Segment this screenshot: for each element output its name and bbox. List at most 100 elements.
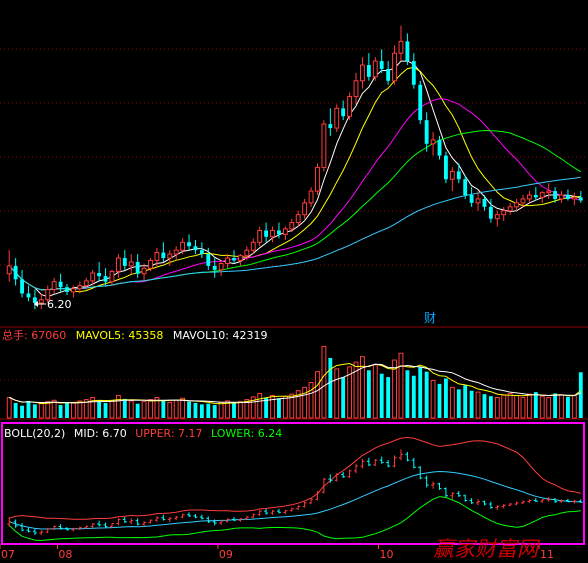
candle-body [379,61,384,69]
volume-bar [321,345,327,419]
candle-body [83,280,89,287]
candle-body [328,124,333,129]
mavol10-label: MAVOL10: 42319 [173,329,268,342]
candle-body [218,263,224,271]
candle-body [128,261,134,267]
mavol5-label: MAVOL5: 45358 [76,329,164,342]
candle-body [475,198,481,204]
candle-body [507,206,513,212]
candle-body [482,198,487,207]
candle-body [533,195,538,198]
volume-bar [180,397,186,419]
price-candle [443,151,448,184]
candle-body [58,281,63,288]
boll-mid-label: MID: 6.70 [74,427,127,440]
candle-body [77,285,83,290]
month-label: 11 [540,548,554,561]
candle-body [6,265,12,275]
volume-bar [507,392,513,419]
candle-body [334,107,340,129]
candle-body [282,228,288,235]
candle-body [488,206,493,219]
candle-body [571,196,577,200]
price-candle [334,104,340,132]
candle-body [514,202,519,208]
volume-bar [398,352,404,419]
volume-bar [232,403,236,418]
volume-bar [571,395,577,419]
volume-bar [475,391,481,419]
volume-bar [270,395,275,419]
volume-bar [97,401,102,418]
candle-body [225,257,230,265]
volume-bar [237,401,243,419]
candle-body [212,265,217,270]
volume-bar [161,400,166,418]
candle-body [264,230,269,237]
candle-body [289,222,295,230]
candle-body [578,197,583,201]
volume-bar [334,368,340,419]
volume-bar [411,375,416,418]
volume-bar [424,371,429,418]
volume-bar [566,396,570,418]
candle-body [418,84,423,121]
volume-bar [456,389,461,418]
volume-bar [494,397,500,419]
volume-bar [386,377,391,418]
candle-body [71,288,76,293]
volume-bar [463,385,468,418]
candle-body [559,194,564,200]
volume-bar [437,383,442,418]
volume-bar [553,393,558,418]
candle-body [546,190,552,194]
finance-marker[interactable]: 财 [424,311,436,325]
candle-body [386,68,391,81]
candle-body [90,272,96,282]
volume-bar [206,403,211,418]
volume-bar [32,404,37,418]
candle-body [372,60,378,78]
volume-bar [520,397,526,419]
candle-body [501,210,507,216]
price-candle [372,57,378,81]
candle-body [424,120,429,144]
candle-body [456,171,461,180]
volume-bar [443,378,448,418]
candle-body [463,179,468,196]
candle-body [38,299,44,304]
boll-lower-label: LOWER: 6.24 [211,427,282,440]
volume-bar [488,396,493,418]
volume-bar [6,397,12,419]
candle-body [154,252,160,261]
candle-body [167,253,173,259]
volume-bar [26,400,31,418]
volume-bar [526,393,532,419]
volume-bar [115,395,121,419]
candle-body [115,257,121,272]
volume-bar [187,401,191,418]
candle-body [341,108,346,117]
volume-bar [559,394,564,419]
candle-body [237,255,243,261]
volume-bar [65,403,69,418]
volume-bar [469,390,474,418]
candle-body [13,265,18,280]
volume-bar [302,386,308,419]
candle-body [135,261,140,274]
volume-bar [308,382,314,419]
candle-body [206,254,211,266]
volume-bar [277,398,281,418]
boll-upper-label: UPPER: 7.17 [135,427,202,440]
candle-body [199,250,204,255]
candle-body [353,80,359,98]
candle-body [449,170,455,180]
volume-bar [218,401,224,419]
candle-body [232,258,236,261]
candle-body [553,191,558,199]
volume-bar [578,372,583,418]
candle-body [308,190,314,204]
candle-body [65,287,69,292]
volume-bar [372,364,378,419]
month-label: 07 [1,548,15,561]
